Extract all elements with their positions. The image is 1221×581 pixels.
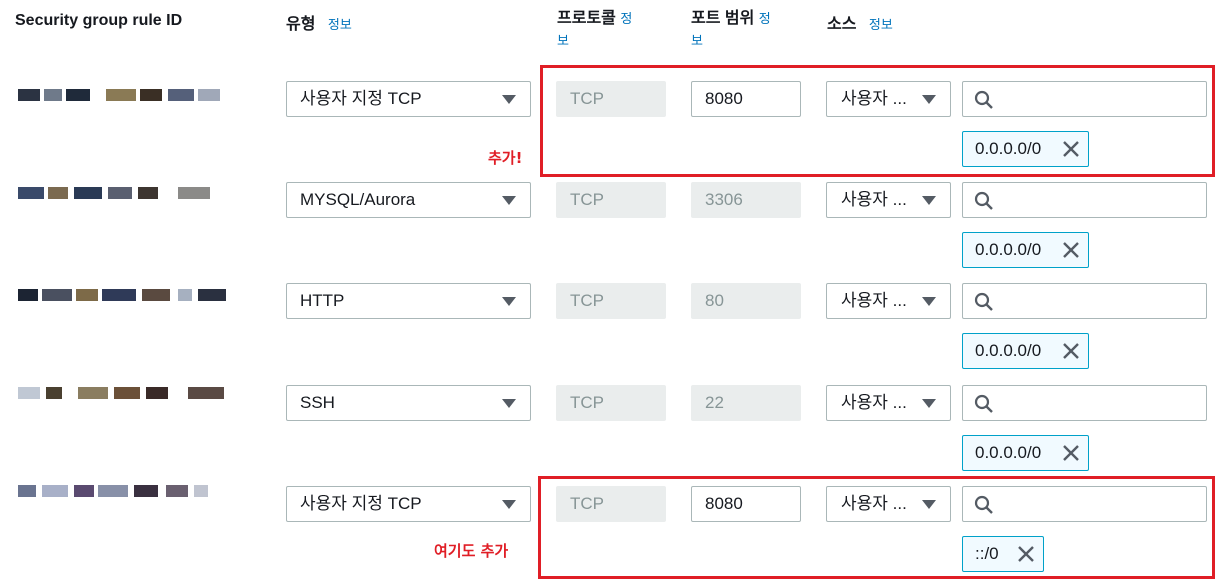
close-icon[interactable] [1062,444,1080,462]
highlight-box-new-rule [540,65,1215,177]
source-select-value: 사용자 ... [841,393,907,412]
source-info-link[interactable]: 정보 [869,17,893,32]
header-port-range: 포트 범위 정 보 [691,6,801,50]
cidr-token: 0.0.0.0/0 [962,435,1089,471]
source-select-value: 사용자 ... [841,190,907,209]
cidr-search-input[interactable] [962,182,1207,218]
caret-down-icon [922,399,936,408]
cidr-token: 0.0.0.0/0 [962,232,1089,268]
cidr-token-label: 0.0.0.0/0 [975,341,1042,360]
source-select[interactable]: 사용자 ... [826,385,951,421]
close-icon[interactable] [1062,342,1080,360]
rule-id-redacted [18,387,224,401]
type-select[interactable]: 사용자 지정 TCP [286,81,531,117]
source-select-value: 사용자 ... [841,291,907,310]
type-select[interactable]: MYSQL/Aurora [286,182,531,218]
caret-down-icon [922,297,936,306]
header-source-label: 소스 [827,16,857,33]
type-select-value: 사용자 지정 TCP [300,494,422,513]
type-select-value: HTTP [300,291,345,310]
close-icon[interactable] [1062,241,1080,259]
source-select[interactable]: 사용자 ... [826,283,951,319]
type-select-value: SSH [300,393,335,412]
protocol-info-link-2[interactable]: 보 [557,32,667,50]
header-rule-id: Security group rule ID [15,12,182,30]
annotation-also-added: 여기도 추가 [434,542,509,560]
caret-down-icon [502,297,516,306]
source-select[interactable]: 사용자 ... [826,182,951,218]
caret-down-icon [502,196,516,205]
protocol-field: TCP [556,283,666,319]
header-protocol: 프로토콜 정 보 [557,6,667,50]
cidr-search-input[interactable] [962,385,1207,421]
type-info-link[interactable]: 정보 [328,17,352,32]
header-port-label: 포트 범위 [691,10,755,27]
search-icon [974,191,993,210]
type-select[interactable]: 사용자 지정 TCP [286,486,531,522]
search-icon [974,394,993,413]
caret-down-icon [502,95,516,104]
caret-down-icon [502,399,516,408]
cidr-token: 0.0.0.0/0 [962,333,1089,369]
port-info-link-2[interactable]: 보 [691,32,801,50]
caret-down-icon [922,196,936,205]
header-type: 유형 정보 [286,10,352,34]
header-protocol-label: 프로토콜 [557,10,616,27]
port-info-link-1[interactable]: 정 [759,11,771,26]
rule-id-redacted [18,89,220,103]
annotation-added: 추가! [488,149,523,167]
highlight-box-ipv6-rule [538,476,1215,579]
cidr-search-input[interactable] [962,283,1207,319]
protocol-field: TCP [556,182,666,218]
port-range-field: 80 [691,283,801,319]
port-range-field: 22 [691,385,801,421]
header-source: 소스 정보 [827,10,893,34]
type-select[interactable]: SSH [286,385,531,421]
rule-id-redacted [18,289,226,303]
type-select-value: 사용자 지정 TCP [300,89,422,108]
type-select-value: MYSQL/Aurora [300,190,416,209]
port-range-field: 3306 [691,182,801,218]
protocol-field: TCP [556,385,666,421]
type-select[interactable]: HTTP [286,283,531,319]
rule-id-redacted [18,485,213,499]
cidr-token-label: 0.0.0.0/0 [975,240,1042,259]
search-icon [974,292,993,311]
header-rule-id-label: Security group rule ID [15,12,183,29]
caret-down-icon [502,500,516,509]
cidr-token-label: 0.0.0.0/0 [975,443,1042,462]
rule-id-redacted [18,187,213,201]
header-type-label: 유형 [286,16,316,33]
protocol-info-link-1[interactable]: 정 [620,11,632,26]
